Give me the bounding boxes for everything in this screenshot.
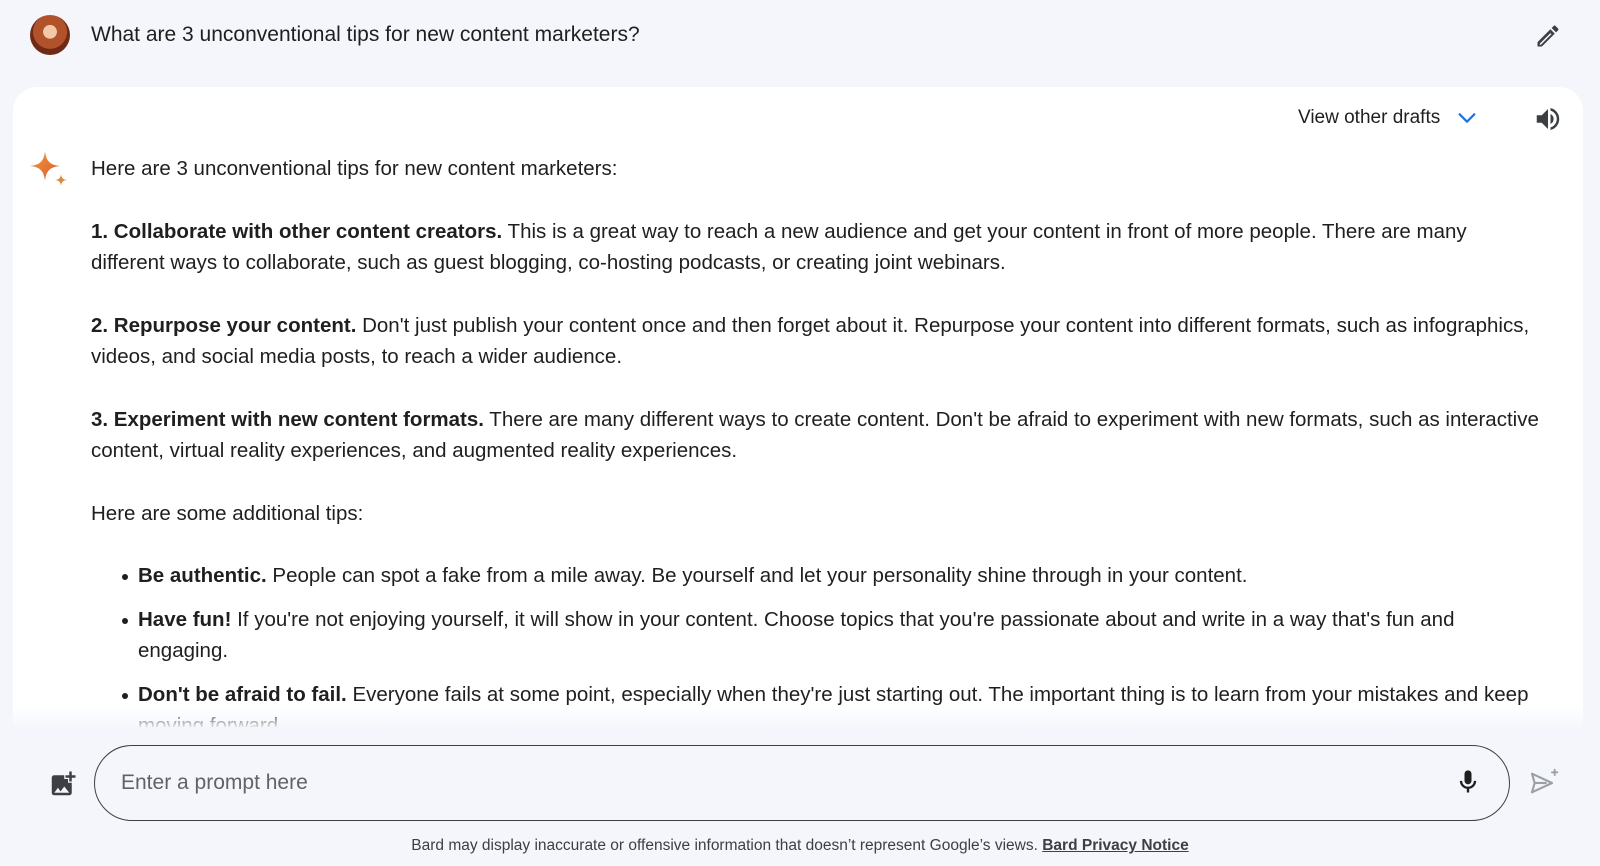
add-image-icon bbox=[51, 771, 76, 796]
bullet-text: People can spot a fake from a mile away.… bbox=[266, 564, 1248, 587]
bard-chat-page: What are 3 unconventional tips for new c… bbox=[0, 0, 1600, 866]
user-avatar bbox=[30, 15, 70, 55]
tip-title: 2. Repurpose your content. bbox=[91, 313, 357, 337]
listen-button[interactable] bbox=[1531, 102, 1565, 136]
microphone-icon bbox=[1459, 770, 1477, 793]
bullet-title: Be authentic. bbox=[138, 564, 267, 587]
privacy-notice-link[interactable]: Bard Privacy Notice bbox=[1042, 837, 1188, 854]
prompt-box bbox=[94, 745, 1510, 821]
user-prompt-row: What are 3 unconventional tips for new c… bbox=[0, 0, 1600, 76]
prompt-input[interactable] bbox=[121, 746, 1421, 819]
edit-prompt-button[interactable] bbox=[1532, 20, 1564, 52]
tip-item: 1. Collaborate with other content creato… bbox=[91, 216, 1546, 279]
input-area: Bard may display inaccurate or offensive… bbox=[0, 727, 1600, 866]
additional-tips-heading: Here are some additional tips: bbox=[91, 501, 364, 525]
send-button[interactable] bbox=[1526, 765, 1562, 801]
scroll-fade bbox=[13, 707, 1583, 727]
view-other-drafts-button[interactable]: View other drafts bbox=[1298, 104, 1478, 132]
view-other-drafts-label: View other drafts bbox=[1298, 107, 1441, 128]
response-card: View other drafts Here are 3 unconventio… bbox=[13, 87, 1583, 727]
response-intro: Here are 3 unconventional tips for new c… bbox=[91, 157, 618, 180]
tip-title: 3. Experiment with new content formats. bbox=[91, 407, 484, 431]
chevron-down-icon bbox=[1458, 113, 1476, 123]
bullet-title: Have fun! bbox=[138, 607, 232, 631]
list-item: Be authentic. People can spot a fake fro… bbox=[91, 560, 1546, 592]
list-item: Have fun! If you're not enjoying yoursel… bbox=[91, 604, 1546, 667]
disclaimer-text: Bard may display inaccurate or offensive… bbox=[411, 837, 1043, 854]
additional-tips-list: Be authentic. People can spot a fake fro… bbox=[91, 560, 1546, 727]
volume-icon bbox=[1536, 108, 1560, 130]
send-icon bbox=[1530, 768, 1559, 794]
response-body: Here are 3 unconventional tips for new c… bbox=[91, 153, 1546, 727]
user-prompt-text: What are 3 unconventional tips for new c… bbox=[91, 23, 640, 46]
bard-sparkle-icon bbox=[30, 151, 67, 186]
tip-item: 2. Repurpose your content. Don't just pu… bbox=[91, 310, 1546, 373]
voice-input-button[interactable] bbox=[1451, 765, 1485, 799]
disclaimer: Bard may display inaccurate or offensive… bbox=[0, 837, 1600, 855]
pencil-icon bbox=[1537, 25, 1559, 47]
tip-item: 3. Experiment with new content formats. … bbox=[91, 404, 1546, 467]
upload-image-button[interactable] bbox=[46, 767, 80, 801]
bullet-title: Don't be afraid to fail. bbox=[138, 682, 347, 706]
tip-title: 1. Collaborate with other content creato… bbox=[91, 219, 503, 243]
bullet-text: If you're not enjoying yourself, it will… bbox=[138, 607, 1455, 663]
